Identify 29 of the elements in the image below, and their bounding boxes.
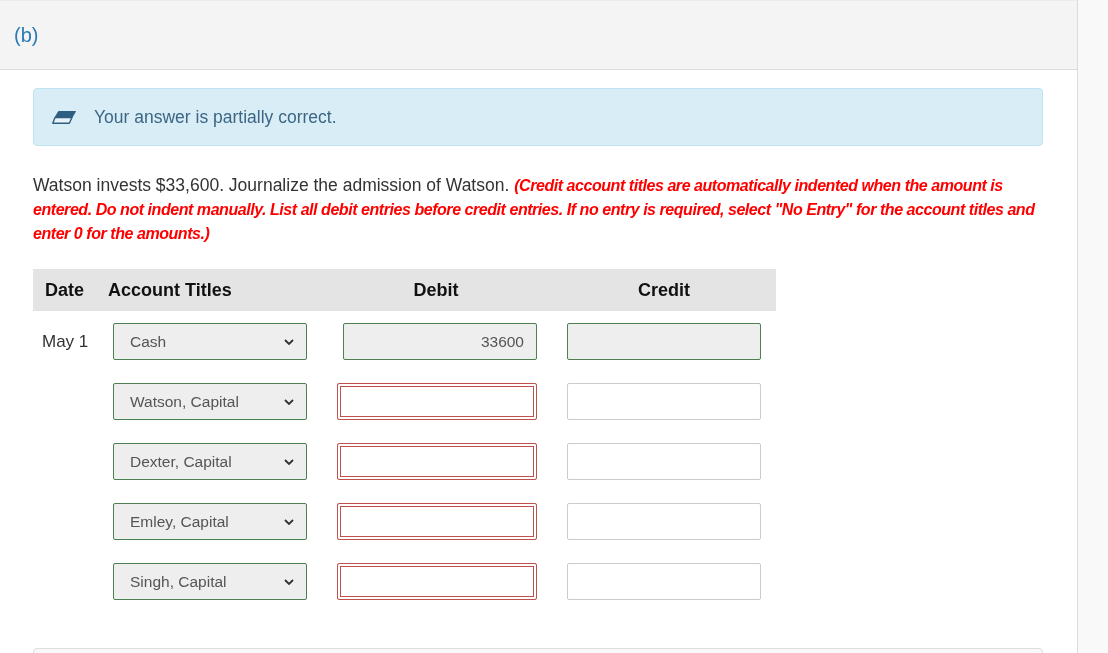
question-text: Watson invests $33,600. Journalize the admission of Watson. (Credit account titles are automatically indented when the amount is entered. Do not indent manually. List all debit entries before credit entries. If no entry is required, select "No Entry" for the account titles and enter 0 for the amounts.) bbox=[33, 174, 1037, 244]
chevron-icon bbox=[284, 578, 294, 585]
debit-field[interactable] bbox=[337, 383, 537, 420]
credit-field[interactable] bbox=[567, 563, 761, 600]
debit-field[interactable] bbox=[337, 443, 537, 480]
account-select[interactable]: Watson, Capital bbox=[113, 383, 307, 420]
feedback-message: Your answer is partially correct. bbox=[94, 106, 337, 128]
account-select[interactable]: Dexter, Capital bbox=[113, 443, 307, 480]
chevron-icon bbox=[284, 458, 294, 465]
column-header: Date bbox=[45, 279, 84, 301]
credit-field[interactable] bbox=[567, 443, 761, 480]
chevron-icon bbox=[284, 338, 294, 345]
account-select[interactable]: Emley, Capital bbox=[113, 503, 307, 540]
credit-field[interactable] bbox=[567, 323, 761, 360]
account-select[interactable]: Cash bbox=[113, 323, 307, 360]
credit-field[interactable] bbox=[567, 503, 761, 540]
eraser-icon bbox=[52, 110, 76, 124]
chevron-icon bbox=[284, 398, 294, 405]
debit-field[interactable] bbox=[337, 563, 537, 600]
part-label: (b) bbox=[14, 23, 39, 47]
chevron-icon bbox=[284, 518, 294, 525]
column-header: Account Titles bbox=[108, 279, 232, 301]
credit-field[interactable] bbox=[567, 383, 761, 420]
column-header: Debit bbox=[413, 279, 459, 301]
column-header: Credit bbox=[638, 279, 690, 301]
debit-field[interactable]: 33600 bbox=[343, 323, 537, 360]
entry-date: May 1 bbox=[42, 331, 89, 352]
account-select[interactable]: Singh, Capital bbox=[113, 563, 307, 600]
debit-field[interactable] bbox=[337, 503, 537, 540]
